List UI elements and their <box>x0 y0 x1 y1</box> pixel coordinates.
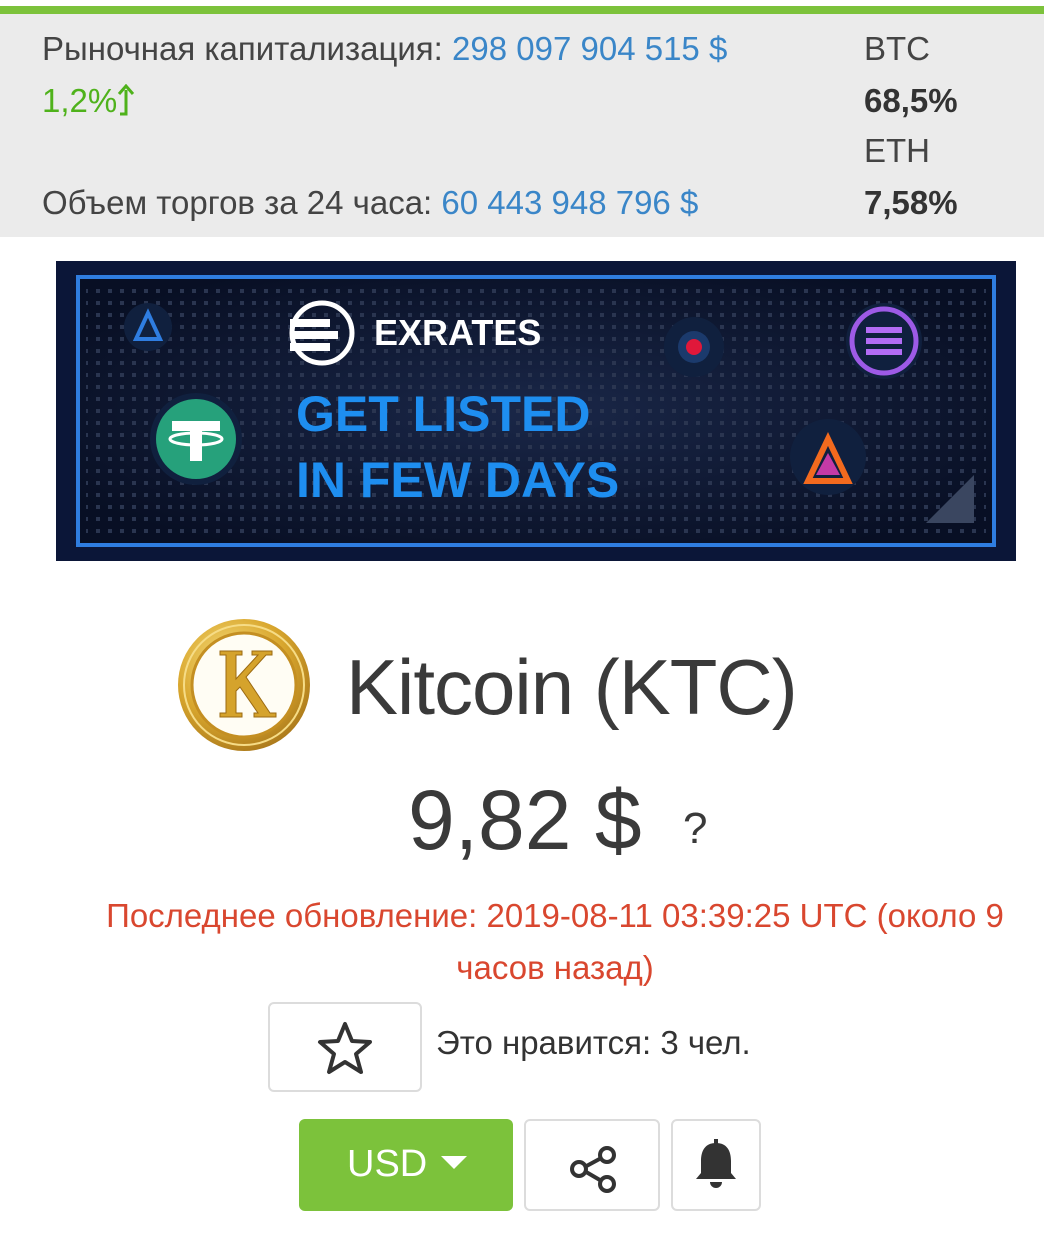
volume-value[interactable]: 60 443 948 796 $ <box>441 184 698 221</box>
banner-line2: IN FEW DAYS <box>296 452 619 508</box>
dominance-eth-name: ETH <box>864 132 930 169</box>
share-button[interactable] <box>524 1119 660 1211</box>
coin-name: Kitcoin (KTC) <box>346 643 798 731</box>
caret-down-icon <box>441 1156 467 1169</box>
currency-select-button[interactable]: USD <box>299 1119 513 1211</box>
banner-line1: GET LISTED <box>296 386 590 442</box>
dominance-btc-name: BTC <box>864 30 930 67</box>
price-help-icon[interactable]: ? <box>683 804 707 854</box>
volume-row: Объем торгов за 24 часа: 60 443 948 796 … <box>42 184 698 222</box>
star-icon <box>318 1022 372 1074</box>
market-cap-value[interactable]: 298 097 904 515 $ <box>452 30 727 67</box>
ad-banner[interactable]: EXRATES GET LISTED IN FEW DAYS <box>56 261 1016 561</box>
dominance-eth-value: 7,58% <box>864 184 958 221</box>
share-icon <box>570 1146 616 1193</box>
ad-banner-graphic: EXRATES GET LISTED IN FEW DAYS <box>56 261 1016 561</box>
coin-price: 9,82 $ <box>408 773 642 867</box>
coin-logo <box>178 619 310 751</box>
likes-count: Это нравится: 3 чел. <box>436 1024 751 1061</box>
market-cap-row: Рыночная капитализация: 298 097 904 515 … <box>42 30 727 68</box>
currency-label: USD <box>347 1143 428 1185</box>
market-cap-change: 1,2% <box>42 82 118 119</box>
volume-label: Объем торгов за 24 часа: <box>42 184 433 221</box>
price-block: 9,82 $ ? <box>0 772 1044 872</box>
dominance-btc-value: 68,5% <box>864 82 958 119</box>
market-stats-panel: Рыночная капитализация: 298 097 904 515 … <box>0 14 1044 237</box>
accent-stripe <box>0 6 1044 14</box>
top-accent-bar <box>0 0 1044 14</box>
bell-icon <box>696 1139 736 1188</box>
coin-header: Kitcoin (KTC) <box>0 612 1044 752</box>
banner-brand: EXRATES <box>374 312 541 353</box>
arrow-up-icon <box>118 84 135 116</box>
market-cap-label: Рыночная капитализация: <box>42 30 443 67</box>
market-cap-change-row: 1,2% <box>42 82 135 120</box>
alert-button[interactable] <box>671 1119 761 1211</box>
favorite-button[interactable] <box>268 1002 422 1092</box>
last-update-text: Последнее обновление: 2019-08-11 03:39:2… <box>106 897 1004 986</box>
